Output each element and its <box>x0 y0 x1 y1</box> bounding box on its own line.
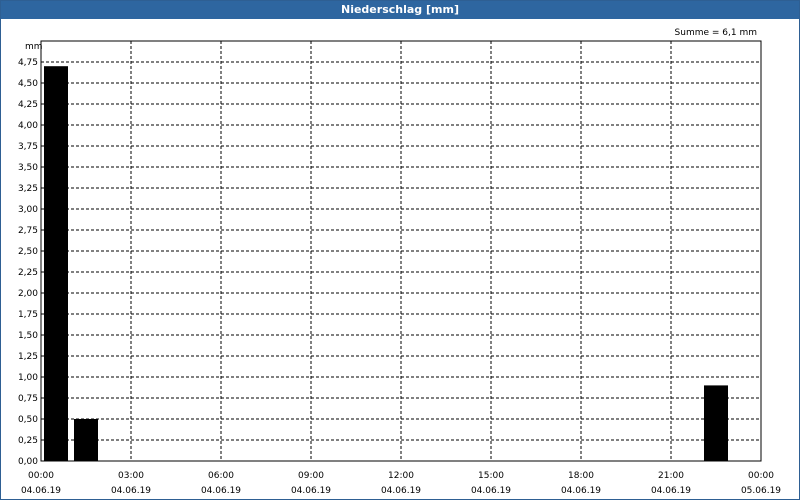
y-tick-label: 1,75 <box>18 310 38 320</box>
x-tick-date: 04.06.19 <box>21 486 61 496</box>
x-tick-date: 04.06.19 <box>291 486 331 496</box>
y-tick-label: 3,50 <box>18 163 38 173</box>
y-tick-label: 0,50 <box>18 415 38 425</box>
precipitation-bar <box>74 419 98 461</box>
x-tick-time: 00:00 <box>748 471 774 481</box>
y-tick-label: 4,25 <box>18 100 38 110</box>
x-tick-time: 12:00 <box>388 471 414 481</box>
y-tick-label: 3,25 <box>18 184 38 194</box>
x-tick-date: 04.06.19 <box>471 486 511 496</box>
x-tick-time: 09:00 <box>298 471 324 481</box>
precipitation-chart: 0,00 0,25 0,50 0,75 1,00 1,25 1,50 1,75 2,00 2,25… <box>18 28 781 496</box>
x-tick-date: 04.06.19 <box>111 486 151 496</box>
y-tick-label: 4,00 <box>18 121 38 131</box>
y-tick-label: 1,00 <box>18 373 38 383</box>
y-axis-label: mm <box>25 42 43 52</box>
x-tick-time: 21:00 <box>658 471 684 481</box>
y-tick-label: 0,25 <box>18 436 38 446</box>
x-tick-date: 04.06.19 <box>651 486 691 496</box>
y-tick-label: 4,75 <box>18 58 38 68</box>
x-tick-date: 04.06.19 <box>561 486 601 496</box>
y-tick-label: 0,00 <box>18 457 38 467</box>
x-tick-time: 00:00 <box>28 471 54 481</box>
y-tick-label: 2,25 <box>18 268 38 278</box>
x-tick-time: 03:00 <box>118 471 144 481</box>
chart-window: Niederschlag [mm] 0,00 0,25 0,50 0,75 1,00 1,… <box>0 0 800 500</box>
x-tick-date: 04.06.19 <box>201 486 241 496</box>
y-tick-label: 1,25 <box>18 352 38 362</box>
x-tick-date: 05.06.19 <box>741 486 781 496</box>
y-tick-label: 1,50 <box>18 331 38 341</box>
x-tick-date: 04.06.19 <box>381 486 421 496</box>
y-tick-label: 3,00 <box>18 205 38 215</box>
sum-label: Summe = 6,1 mm <box>675 28 757 38</box>
x-tick-time: 15:00 <box>478 471 504 481</box>
y-tick-label: 2,75 <box>18 226 38 236</box>
x-tick-time: 06:00 <box>208 471 234 481</box>
y-tick-label: 2,00 <box>18 289 38 299</box>
precipitation-bar <box>44 66 68 461</box>
y-tick-label: 4,50 <box>18 79 38 89</box>
x-tick-time: 18:00 <box>568 471 594 481</box>
precipitation-bar <box>704 385 728 461</box>
y-tick-label: 0,75 <box>18 394 38 404</box>
y-tick-label: 2,50 <box>18 247 38 257</box>
y-tick-label: 3,75 <box>18 142 38 152</box>
